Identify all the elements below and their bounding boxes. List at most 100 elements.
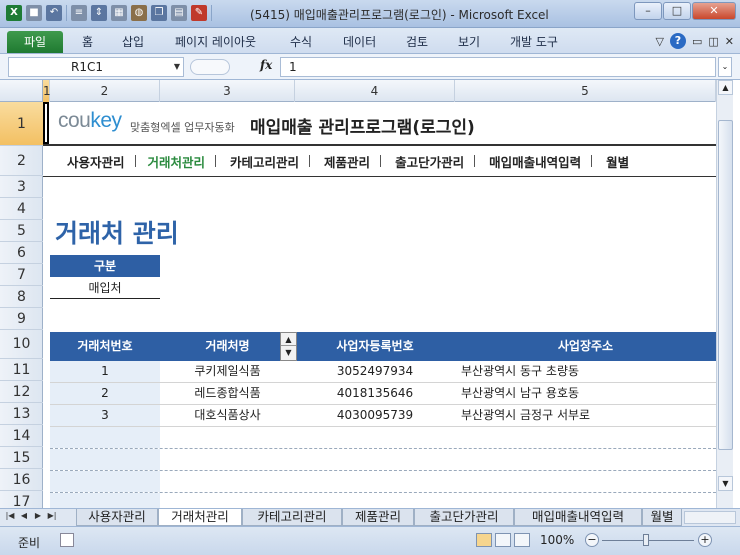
table-row[interactable]: 2 레드종합식품 4018135646 부산광역시 남구 용호동 bbox=[50, 383, 716, 405]
normal-view-icon[interactable] bbox=[476, 533, 492, 547]
sheet-tab-users[interactable]: 사용자관리 bbox=[76, 509, 158, 526]
maximize-button[interactable]: □ bbox=[663, 2, 691, 20]
copy-icon[interactable]: ❐ bbox=[151, 5, 167, 21]
cell-client-no[interactable]: 1 bbox=[50, 361, 160, 382]
sheet-tab-categories[interactable]: 카테고리관리 bbox=[242, 509, 342, 526]
table-row[interactable] bbox=[50, 493, 716, 508]
prev-sheet-icon[interactable]: ◀ bbox=[18, 511, 30, 520]
nav-item-products[interactable]: 제품관리 bbox=[310, 152, 380, 171]
form-icon[interactable]: ≡ bbox=[71, 5, 87, 21]
options-icon[interactable]: ◍ bbox=[131, 5, 147, 21]
restore-window-icon[interactable]: ▭ bbox=[692, 35, 702, 48]
tab-file[interactable]: 파일 bbox=[7, 31, 63, 53]
horizontal-scrollbar[interactable] bbox=[684, 511, 736, 524]
formula-resize-handle[interactable] bbox=[190, 59, 230, 75]
tab-page-layout[interactable]: 페이지 레이아웃 bbox=[175, 31, 256, 53]
sheet-tab-transactions[interactable]: 매입매출내역입력 bbox=[514, 509, 642, 526]
nav-item-categories[interactable]: 카테고리관리 bbox=[216, 152, 309, 171]
table-row[interactable] bbox=[50, 471, 716, 493]
cell-address[interactable]: 부산광역시 동구 초량동 bbox=[455, 361, 716, 382]
cell-client-no[interactable] bbox=[50, 471, 160, 492]
column-header[interactable]: 2 bbox=[50, 80, 160, 102]
cell-business-no[interactable]: 4030095739 bbox=[295, 405, 455, 426]
table-row[interactable] bbox=[50, 449, 716, 471]
row-header[interactable]: 13 bbox=[0, 403, 43, 425]
row-header[interactable]: 9 bbox=[0, 308, 43, 330]
scroll-thumb[interactable] bbox=[718, 120, 733, 450]
macro-record-icon[interactable] bbox=[60, 533, 74, 547]
chevron-down-icon[interactable]: ▼ bbox=[174, 58, 180, 76]
row-header[interactable]: 14 bbox=[0, 425, 43, 447]
category-select[interactable]: 매입처 bbox=[50, 278, 160, 299]
nav-item-prices[interactable]: 출고단가관리 bbox=[381, 152, 474, 171]
column-header[interactable]: 1 bbox=[43, 80, 51, 102]
row-header[interactable]: 5 bbox=[0, 220, 43, 242]
insert-function-icon[interactable]: fx bbox=[260, 58, 272, 72]
row-header[interactable]: 11 bbox=[0, 359, 43, 381]
sheet-tab-clients[interactable]: 거래처관리 bbox=[158, 509, 242, 526]
name-box[interactable]: R1C1 ▼ bbox=[8, 57, 184, 77]
zoom-level[interactable]: 100% bbox=[540, 533, 574, 547]
table-row[interactable] bbox=[50, 427, 716, 449]
table-row[interactable]: 3 대호식품상사 4030095739 부산광역시 금정구 서부로 bbox=[50, 405, 716, 427]
column-header[interactable]: 4 bbox=[295, 80, 455, 102]
cell-client-no[interactable] bbox=[50, 427, 160, 448]
nav-item-clients[interactable]: 거래처관리 bbox=[136, 152, 216, 171]
last-sheet-icon[interactable]: ▶| bbox=[46, 511, 58, 520]
select-all-corner[interactable] bbox=[0, 80, 43, 102]
minimize-ribbon-icon[interactable]: ▽ bbox=[656, 35, 664, 48]
row-header[interactable]: 3 bbox=[0, 176, 43, 198]
cell-client-name[interactable]: 쿠키제일식품 bbox=[160, 361, 295, 382]
cell-client-no[interactable] bbox=[50, 449, 160, 470]
expand-formula-icon[interactable]: ⌄ bbox=[718, 57, 732, 77]
cell-business-no[interactable]: 3052497934 bbox=[295, 361, 455, 382]
tab-formulas[interactable]: 수식 bbox=[290, 31, 312, 53]
edit-icon[interactable]: ✎ bbox=[191, 5, 207, 21]
row-header[interactable]: 8 bbox=[0, 286, 43, 308]
close-book-icon[interactable]: ✕ bbox=[725, 35, 734, 48]
row-header[interactable]: 10 bbox=[0, 330, 43, 359]
row-header[interactable]: 6 bbox=[0, 242, 43, 264]
cell-address[interactable]: 부산광역시 남구 용호동 bbox=[455, 383, 716, 404]
cell-address[interactable]: 부산광역시 금정구 서부로 bbox=[455, 405, 716, 426]
cell-client-no[interactable]: 2 bbox=[50, 383, 160, 404]
vertical-scrollbar[interactable]: ▲ ▼ bbox=[716, 80, 733, 508]
undo-icon[interactable]: ↶ bbox=[46, 5, 62, 21]
row-header[interactable]: 15 bbox=[0, 447, 43, 469]
sheet-tab-products[interactable]: 제품관리 bbox=[342, 509, 414, 526]
row-header[interactable]: 16 bbox=[0, 469, 43, 491]
zoom-slider-thumb[interactable] bbox=[643, 534, 649, 546]
tab-data[interactable]: 데이터 bbox=[343, 31, 376, 53]
tab-insert[interactable]: 삽입 bbox=[122, 31, 144, 53]
excel-logo-icon[interactable]: X bbox=[6, 5, 22, 21]
sheet-tab-monthly[interactable]: 월별 bbox=[642, 509, 682, 526]
scroll-up-icon[interactable]: ▲ bbox=[718, 80, 733, 95]
page-break-view-icon[interactable] bbox=[514, 533, 530, 547]
cell-business-no[interactable]: 4018135646 bbox=[295, 383, 455, 404]
row-header[interactable]: 1 bbox=[0, 102, 43, 146]
tab-home[interactable]: 홈 bbox=[82, 31, 93, 53]
sort-spinner[interactable]: ▲ ▼ bbox=[280, 332, 297, 361]
sort-up-icon[interactable]: ▲ bbox=[281, 333, 296, 346]
cell-client-no[interactable] bbox=[50, 493, 160, 508]
formula-input[interactable]: 1 bbox=[280, 57, 716, 77]
table-icon[interactable]: ▦ bbox=[111, 5, 127, 21]
tab-view[interactable]: 보기 bbox=[458, 31, 480, 53]
zoom-in-icon[interactable]: + bbox=[698, 533, 712, 547]
minimize-button[interactable]: – bbox=[634, 2, 662, 20]
restore-book-icon[interactable]: ◫ bbox=[708, 35, 718, 48]
row-header[interactable]: 4 bbox=[0, 198, 43, 220]
active-cell[interactable] bbox=[43, 102, 49, 144]
row-header[interactable]: 2 bbox=[0, 146, 43, 176]
first-sheet-icon[interactable]: |◀ bbox=[4, 511, 16, 520]
print-icon[interactable]: ▤ bbox=[171, 5, 187, 21]
column-header[interactable]: 5 bbox=[455, 80, 716, 102]
page-layout-view-icon[interactable] bbox=[495, 533, 511, 547]
nav-item-users[interactable]: 사용자관리 bbox=[43, 152, 135, 171]
next-sheet-icon[interactable]: ▶ bbox=[32, 511, 44, 520]
zoom-out-icon[interactable]: − bbox=[585, 533, 599, 547]
cell-client-name[interactable]: 대호식품상사 bbox=[160, 405, 295, 426]
save-icon[interactable]: ■ bbox=[26, 5, 42, 21]
spin-icon[interactable]: ⇕ bbox=[91, 5, 107, 21]
column-header[interactable]: 3 bbox=[160, 80, 295, 102]
